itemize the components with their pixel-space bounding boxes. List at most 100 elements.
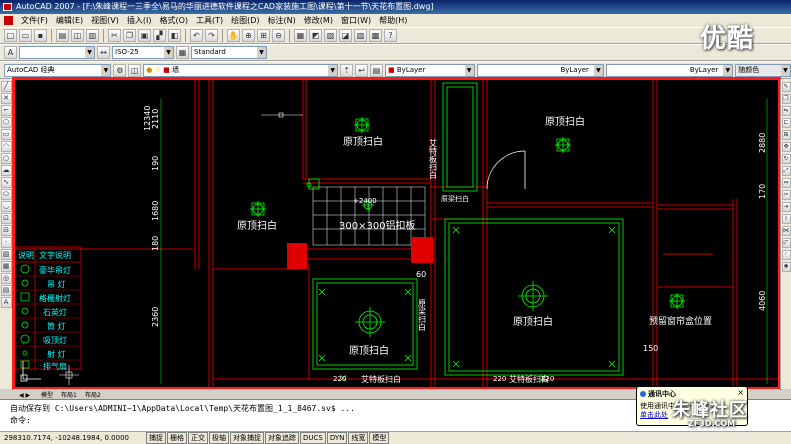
text-style-icon[interactable]: A: [4, 46, 17, 59]
make-object-layer-current-icon[interactable]: ⇡: [340, 63, 354, 77]
redo-icon[interactable]: ↷: [205, 29, 218, 42]
stretch-icon[interactable]: ⇔: [781, 178, 791, 188]
print-icon[interactable]: ▤: [56, 29, 69, 42]
open-file-icon[interactable]: ▭: [19, 29, 32, 42]
workspace-settings-icon[interactable]: ⚙: [113, 63, 127, 77]
text-style-combo[interactable]: ▼: [19, 46, 95, 59]
dim-style-combo[interactable]: ISO-25 ▼: [112, 46, 174, 59]
polygon-icon[interactable]: ⬡: [0, 117, 12, 128]
array-icon[interactable]: ⊞: [781, 130, 791, 140]
design-center-icon[interactable]: ◩: [309, 29, 322, 42]
table-style-icon[interactable]: ▦: [176, 46, 189, 59]
menu-insert[interactable]: 插入(I): [123, 14, 156, 27]
xline-icon[interactable]: ✕: [0, 93, 12, 104]
dim-style-icon[interactable]: ↔: [97, 46, 110, 59]
menu-file[interactable]: 文件(F): [17, 14, 52, 27]
pan-icon[interactable]: ✋: [227, 29, 240, 42]
help-icon[interactable]: ?: [384, 29, 397, 42]
zoom-realtime-icon[interactable]: ⊕: [242, 29, 255, 42]
cut-icon[interactable]: ✂: [108, 29, 121, 42]
table-style-combo[interactable]: Standard ▼: [191, 46, 267, 59]
model-toggle[interactable]: 模型: [369, 432, 390, 444]
explode-icon[interactable]: ✺: [781, 262, 791, 272]
menu-draw[interactable]: 绘图(D): [227, 14, 263, 27]
join-icon[interactable]: ⋈: [781, 226, 791, 236]
fillet-icon[interactable]: ◜: [781, 250, 791, 260]
lineweight-toggle[interactable]: 线宽: [348, 432, 369, 444]
spline-icon[interactable]: ∿: [0, 177, 12, 188]
ducs-toggle[interactable]: DUCS: [300, 432, 326, 444]
mirror-icon[interactable]: ⇋: [781, 106, 791, 116]
sheet-set-icon[interactable]: ◪: [339, 29, 352, 42]
publish-icon[interactable]: ▥: [86, 29, 99, 42]
ortho-toggle[interactable]: 正交: [188, 432, 208, 444]
polar-toggle[interactable]: 极轴: [209, 432, 229, 444]
menu-modify[interactable]: 修改(M): [300, 14, 337, 27]
chamfer-icon[interactable]: ◸: [781, 238, 791, 248]
rectangle-icon[interactable]: ▭: [0, 129, 12, 140]
arc-icon[interactable]: ◠: [0, 141, 12, 152]
save-icon[interactable]: ▪: [34, 29, 47, 42]
copy-icon[interactable]: ❐: [123, 29, 136, 42]
autocad-app-icon[interactable]: [3, 3, 12, 11]
table-icon[interactable]: ▤: [0, 285, 12, 296]
dyn-toggle[interactable]: DYN: [326, 432, 348, 444]
region-icon[interactable]: ◎: [0, 273, 12, 284]
lineweight-combo[interactable]: ByLayer ▼: [605, 63, 734, 77]
undo-icon[interactable]: ↶: [190, 29, 203, 42]
workspace-combo[interactable]: AutoCAD 经典 ▼: [4, 63, 112, 77]
polyline-icon[interactable]: ⌐: [0, 105, 12, 116]
markup-icon[interactable]: ▨: [354, 29, 367, 42]
menu-edit[interactable]: 编辑(E): [52, 14, 87, 27]
osnap-toggle[interactable]: 对象捕捉: [230, 432, 264, 444]
move-icon[interactable]: ✥: [781, 142, 791, 152]
ellipse-arc-icon[interactable]: ◡: [0, 201, 12, 212]
tool-palettes-icon[interactable]: ▧: [324, 29, 337, 42]
drawing-canvas[interactable]: 12340 2110 190 1680 180 2360 2880 170 40…: [13, 79, 780, 389]
insert-block-icon[interactable]: ⊡: [0, 213, 12, 224]
revcloud-icon[interactable]: ☁: [0, 165, 12, 176]
plot-preview-icon[interactable]: ◫: [71, 29, 84, 42]
balloon-link[interactable]: 单击此处: [640, 411, 668, 419]
offset-icon[interactable]: ⊏: [781, 118, 791, 128]
color-combo[interactable]: ■ ByLayer ▼: [385, 63, 475, 77]
zoom-window-icon[interactable]: ⊞: [257, 29, 270, 42]
point-icon[interactable]: ·: [0, 237, 12, 248]
paste-icon[interactable]: ▣: [138, 29, 151, 42]
ellipse-icon[interactable]: ⬭: [0, 189, 12, 200]
otrack-toggle[interactable]: 对象追踪: [265, 432, 299, 444]
layer-combo[interactable]: ● ☼ ■ 墙 ▼: [143, 63, 339, 77]
layer-states-icon[interactable]: ▤: [370, 63, 384, 77]
menu-format[interactable]: 格式(O): [155, 14, 192, 27]
tab-model[interactable]: 模型: [41, 391, 53, 399]
calculator-icon[interactable]: ▩: [369, 29, 382, 42]
layer-previous-icon[interactable]: ↩: [355, 63, 369, 77]
snap-toggle[interactable]: 捕捉: [146, 432, 166, 444]
extend-icon[interactable]: ⇥: [781, 202, 791, 212]
properties-icon[interactable]: ▦: [294, 29, 307, 42]
mtext-icon[interactable]: A: [0, 297, 12, 308]
zoom-previous-icon[interactable]: ⊖: [272, 29, 285, 42]
new-file-icon[interactable]: □: [4, 29, 17, 42]
erase-icon[interactable]: ✎: [781, 82, 791, 92]
menu-help[interactable]: 帮助(H): [375, 14, 411, 27]
block-editor-icon[interactable]: ◧: [168, 29, 181, 42]
layer-manager-icon[interactable]: ◫: [128, 63, 142, 77]
grid-toggle[interactable]: 栅格: [167, 432, 187, 444]
tab-layout2[interactable]: 布局2: [85, 391, 101, 399]
menu-tools[interactable]: 工具(T): [192, 14, 227, 27]
make-block-icon[interactable]: ⊟: [0, 225, 12, 236]
rotate-icon[interactable]: ↻: [781, 154, 791, 164]
line-icon[interactable]: ╱: [0, 81, 12, 92]
hatch-icon[interactable]: ▨: [0, 249, 12, 260]
tab-layout1[interactable]: 布局1: [61, 391, 77, 399]
trim-icon[interactable]: ✂: [781, 190, 791, 200]
circle-icon[interactable]: ○: [0, 153, 12, 164]
document-icon[interactable]: [4, 16, 13, 25]
menu-dimension[interactable]: 标注(N): [264, 14, 300, 27]
match-properties-icon[interactable]: ▞: [153, 29, 166, 42]
menu-window[interactable]: 窗口(W): [337, 14, 375, 27]
menu-view[interactable]: 视图(V): [87, 14, 123, 27]
plotstyle-combo[interactable]: 随颜色 ▼: [735, 63, 791, 77]
gradient-icon[interactable]: ▦: [0, 261, 12, 272]
